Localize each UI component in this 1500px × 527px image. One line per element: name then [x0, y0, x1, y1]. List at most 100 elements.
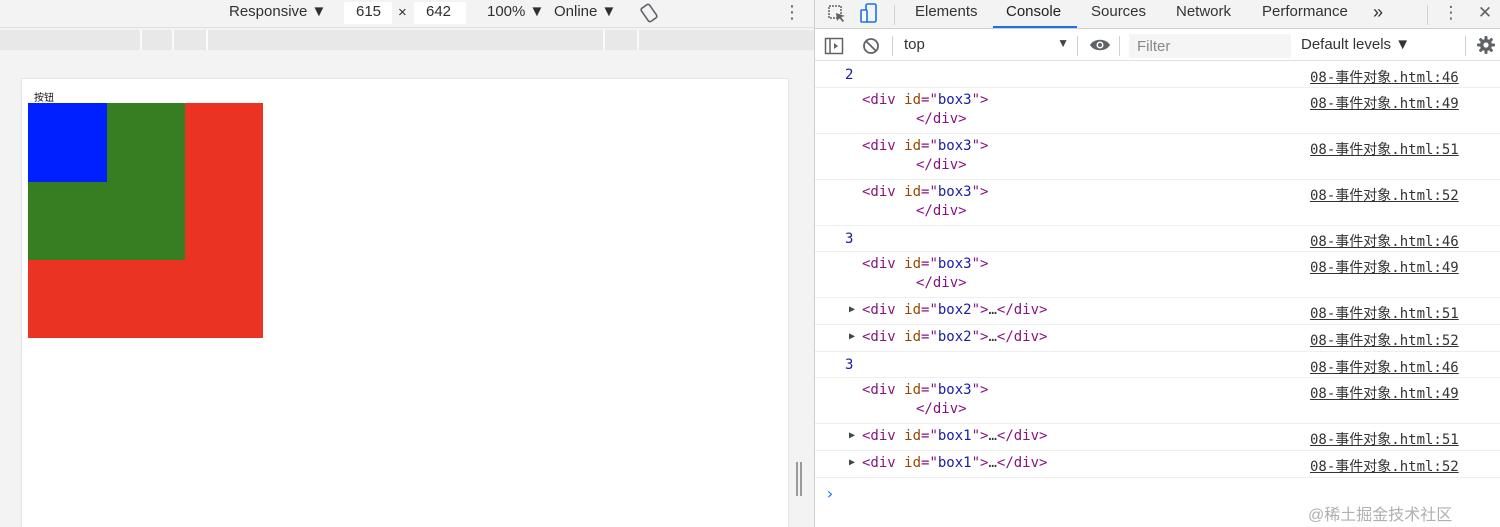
tab-network[interactable]: Network: [1176, 0, 1231, 28]
separator: [1465, 36, 1466, 56]
ruler-segment[interactable]: [206, 30, 603, 50]
ruler-segment[interactable]: [172, 30, 206, 50]
source-link[interactable]: 08-事件对象.html:52: [1310, 330, 1459, 350]
element-node[interactable]: <div id="box3">: [862, 92, 988, 108]
separator: [1427, 5, 1428, 25]
console-row: <div id="box3"> </div> 08-事件对象.html:49: [815, 88, 1500, 134]
element-node[interactable]: <div id="box2">…</div>: [862, 329, 1047, 345]
separator: [894, 5, 895, 25]
element-node[interactable]: <div id="box3">: [862, 256, 988, 272]
console-row: ▶ <div id="box2">…</div> 08-事件对象.html:52: [815, 325, 1500, 352]
device-toolbar: Responsive ▼ 615 × 642 100% ▼ Online ▼ ⋮: [0, 0, 814, 28]
width-input[interactable]: 615: [356, 3, 381, 20]
source-link[interactable]: 08-事件对象.html:46: [1310, 231, 1459, 251]
dimensions-select[interactable]: Responsive ▼: [229, 3, 326, 20]
log-levels-select[interactable]: Default levels ▼: [1301, 36, 1410, 53]
console-row: <div id="box3"> </div> 08-事件对象.html:49: [815, 378, 1500, 424]
source-link[interactable]: 08-事件对象.html:49: [1310, 383, 1459, 403]
tabs-overflow-icon[interactable]: »: [1373, 0, 1383, 28]
console-value: 3: [845, 357, 854, 373]
console-row: ▶ <div id="box2">…</div> 08-事件对象.html:51: [815, 298, 1500, 325]
element-id: box2: [937, 329, 972, 345]
expand-arrow-icon[interactable]: ▶: [849, 430, 855, 441]
inspect-icon[interactable]: [827, 4, 847, 24]
closing-tag: </div>: [916, 157, 967, 173]
element-node[interactable]: <div id="box3">: [862, 382, 988, 398]
chevron-down-icon: ▼: [1057, 36, 1069, 50]
device-more-icon[interactable]: ⋮: [783, 2, 801, 23]
expand-arrow-icon[interactable]: ▶: [849, 331, 855, 342]
height-input[interactable]: 642: [426, 3, 451, 20]
closing-tag: </div>: [916, 275, 967, 291]
tab-elements[interactable]: Elements: [915, 0, 978, 28]
source-link[interactable]: 08-事件对象.html:49: [1310, 257, 1459, 277]
source-link[interactable]: 08-事件对象.html:52: [1310, 456, 1459, 476]
console-row: 3 08-事件对象.html:46: [815, 352, 1500, 378]
console-row: <div id="box3"> </div> 08-事件对象.html:49: [815, 252, 1500, 298]
resize-handle[interactable]: [796, 462, 804, 496]
zoom-select[interactable]: 100% ▼: [487, 3, 544, 20]
ruler-segment[interactable]: [603, 30, 637, 50]
device-emulation-pane: Responsive ▼ 615 × 642 100% ▼ Online ▼ ⋮…: [0, 0, 814, 527]
page-viewport: 按钮: [21, 78, 789, 527]
filter-input[interactable]: [1129, 34, 1291, 58]
devtools-panel: Elements Console Sources Network Perform…: [814, 0, 1500, 527]
gear-icon[interactable]: [1476, 35, 1496, 55]
source-link[interactable]: 08-事件对象.html:51: [1310, 429, 1459, 449]
close-icon[interactable]: ✕: [1474, 2, 1496, 24]
device-toggle-icon[interactable]: [860, 3, 880, 25]
separator: [892, 36, 893, 56]
element-id: box3: [937, 92, 972, 108]
source-link[interactable]: 08-事件对象.html:51: [1310, 303, 1459, 323]
element-id: box2: [937, 302, 972, 318]
element-node[interactable]: <div id="box1">…</div>: [862, 455, 1047, 471]
source-link[interactable]: 08-事件对象.html:51: [1310, 139, 1459, 159]
context-select[interactable]: top ▼: [904, 36, 1069, 56]
source-link[interactable]: 08-事件对象.html:46: [1310, 357, 1459, 377]
closing-tag: </div>: [916, 401, 967, 417]
throttle-select[interactable]: Online ▼: [554, 3, 616, 20]
rotate-icon[interactable]: [639, 3, 659, 23]
ruler-segment[interactable]: [637, 30, 669, 50]
console-row: ▶ <div id="box1">…</div> 08-事件对象.html:52: [815, 451, 1500, 478]
box3[interactable]: [28, 103, 107, 182]
source-link[interactable]: 08-事件对象.html:49: [1310, 93, 1459, 113]
expand-arrow-icon[interactable]: ▶: [849, 304, 855, 315]
console-row: <div id="box3"> </div> 08-事件对象.html:52: [815, 180, 1500, 226]
console-toolbar: top ▼ Default levels ▼: [815, 30, 1500, 61]
element-id: box1: [937, 428, 972, 444]
element-id: box1: [937, 455, 972, 471]
element-id: box3: [937, 382, 972, 398]
element-node[interactable]: <div id="box2">…</div>: [862, 302, 1047, 318]
times-icon: ×: [398, 4, 407, 21]
console-output: 2 08-事件对象.html:46 <div id="box3"> </div> 08-…: [815, 62, 1500, 527]
media-query-ruler[interactable]: [0, 30, 814, 50]
page-button[interactable]: 按钮: [34, 89, 54, 104]
element-node[interactable]: <div id="box3">: [862, 184, 988, 200]
devtools-menu-icon[interactable]: ⋮: [1440, 2, 1462, 24]
element-node[interactable]: <div id="box3">: [862, 138, 988, 154]
element-node[interactable]: <div id="box1">…</div>: [862, 428, 1047, 444]
sidebar-toggle-icon[interactable]: [824, 36, 844, 56]
ruler-segment[interactable]: [140, 30, 172, 50]
tab-console[interactable]: Console: [993, 0, 1077, 28]
separator: [1119, 36, 1120, 56]
source-link[interactable]: 08-事件对象.html:52: [1310, 185, 1459, 205]
element-id: box3: [937, 138, 972, 154]
devtools-tabbar: Elements Console Sources Network Perform…: [815, 0, 1500, 29]
element-id: box3: [937, 256, 972, 272]
eye-icon[interactable]: [1089, 37, 1111, 53]
console-prompt-icon[interactable]: ›: [825, 484, 835, 503]
context-value: top: [904, 36, 925, 53]
clear-console-icon[interactable]: [861, 36, 881, 56]
tab-performance[interactable]: Performance: [1262, 0, 1348, 28]
console-value: 3: [845, 231, 854, 247]
expand-arrow-icon[interactable]: ▶: [849, 457, 855, 468]
closing-tag: </div>: [916, 203, 967, 219]
tab-sources[interactable]: Sources: [1091, 0, 1146, 28]
console-row: ▶ <div id="box1">…</div> 08-事件对象.html:51: [815, 424, 1500, 451]
console-value: 2: [845, 67, 854, 83]
console-row: 3 08-事件对象.html:46: [815, 226, 1500, 252]
console-row: <div id="box3"> </div> 08-事件对象.html:51: [815, 134, 1500, 180]
source-link[interactable]: 08-事件对象.html:46: [1310, 67, 1459, 87]
